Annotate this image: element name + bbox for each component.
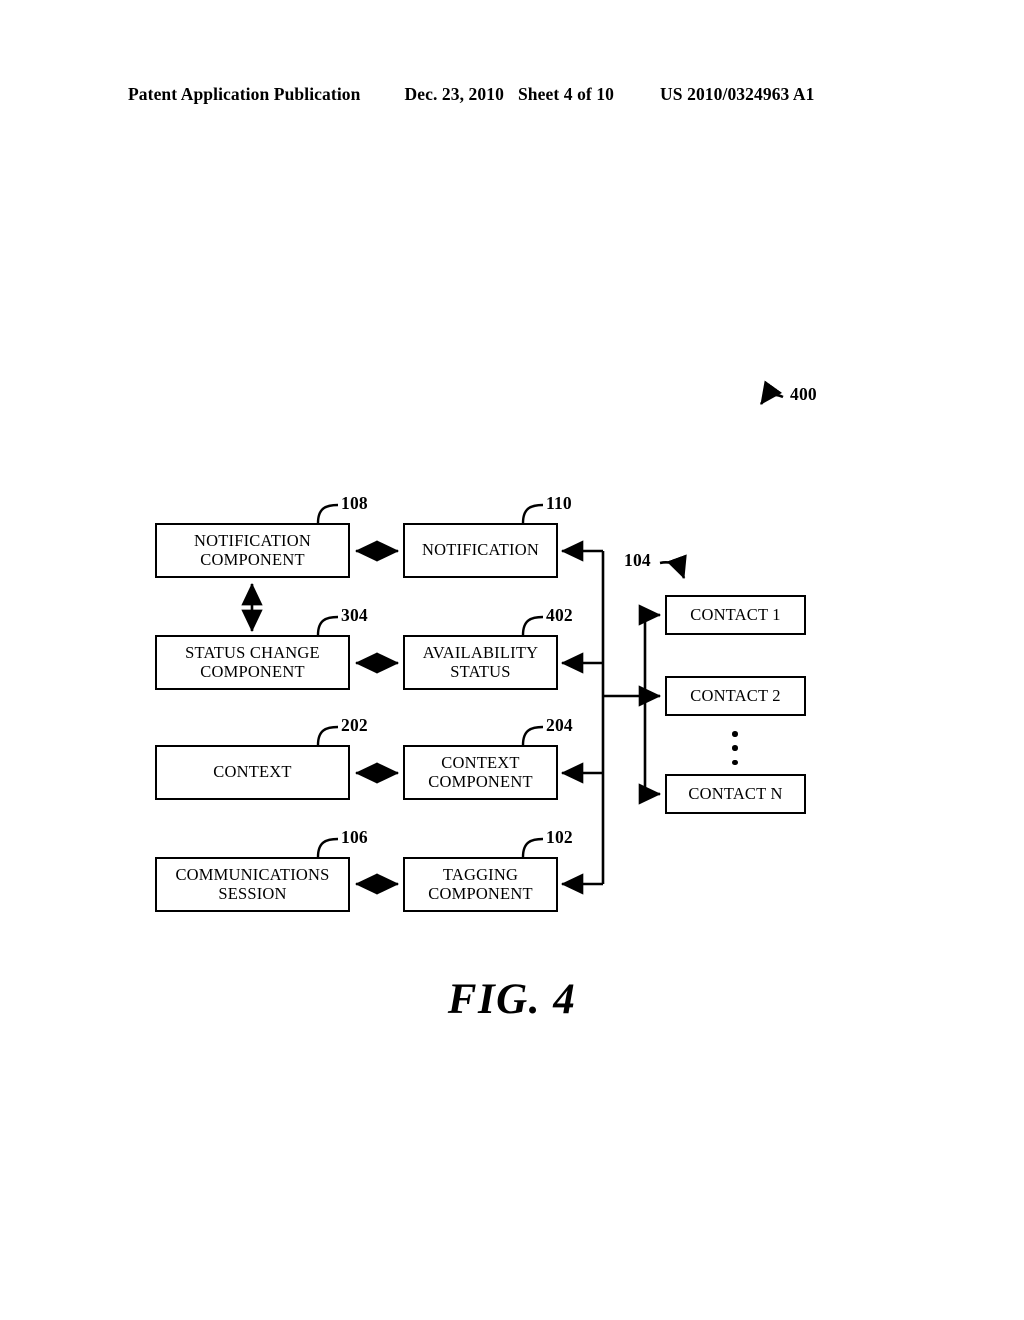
ref-number-104: 104 (624, 550, 651, 570)
node-contact-n[interactable]: CONTACT N (665, 774, 806, 814)
node-notification-component-label-line2: COMPONENT (200, 549, 305, 569)
leader-arrow-104 (659, 554, 687, 579)
node-status-change-component-label-line2: COMPONENT (200, 661, 305, 681)
node-notification-label-line1: NOTIFICATION (422, 540, 539, 560)
leader-arrow-400 (759, 380, 784, 405)
node-notification-component-label-line1: NOTIFICATION (194, 531, 311, 551)
node-availability-status-label-line1: AVAILABILITY (422, 643, 539, 663)
ellipsis-dot-2 (732, 745, 738, 751)
leader-line-402 (521, 615, 544, 636)
node-contact-1-label: CONTACT 1 (690, 604, 781, 624)
ellipsis-dot-3 (732, 759, 738, 765)
node-context-component-label-line1: CONTEXT (441, 753, 520, 773)
leader-line-102 (521, 837, 544, 858)
leader-line-304 (316, 615, 339, 636)
ref-number-304: 304 (341, 605, 368, 625)
ref-number-108: 108 (341, 493, 368, 513)
node-status-change-component-label-line1: STATUS CHANGE (185, 643, 320, 663)
figure-400-diagram: 108 110 304 402 202 204 106 102 400 104 … (0, 0, 1024, 1320)
ref-number-202: 202 (341, 715, 368, 735)
ellipsis-dot-1 (732, 731, 738, 737)
node-notification[interactable]: NOTIFICATION (403, 523, 558, 578)
ref-number-102: 102 (546, 827, 573, 847)
ref-number-400: 400 (790, 384, 817, 404)
node-notification-component[interactable]: NOTIFICATION COMPONENT (155, 523, 350, 578)
node-communications-session[interactable]: COMMUNICATIONS SESSION (155, 857, 350, 912)
node-context-component[interactable]: CONTEXT COMPONENT (403, 745, 558, 800)
ref-number-106: 106 (341, 827, 368, 847)
node-contact-2[interactable]: CONTACT 2 (665, 676, 806, 716)
node-contact-n-label: CONTACT N (688, 783, 783, 803)
node-contact-1[interactable]: CONTACT 1 (665, 595, 806, 635)
node-context-component-label-line2: COMPONENT (428, 771, 533, 791)
node-contact-2-label: CONTACT 2 (690, 685, 781, 705)
contacts-vertical-ellipsis-icon (729, 731, 741, 765)
node-communications-session-label-line1: COMMUNICATIONS (175, 865, 330, 885)
ref-number-110: 110 (546, 493, 572, 513)
leader-line-204 (521, 725, 544, 746)
leader-line-106 (316, 837, 339, 858)
leader-line-108 (316, 503, 339, 524)
leader-line-202 (316, 725, 339, 746)
node-tagging-component-label-line1: TAGGING (442, 865, 519, 885)
ref-number-204: 204 (546, 715, 573, 735)
node-status-change-component[interactable]: STATUS CHANGE COMPONENT (155, 635, 350, 690)
node-availability-status[interactable]: AVAILABILITY STATUS (403, 635, 558, 690)
node-tagging-component-label-line2: COMPONENT (428, 883, 533, 903)
node-tagging-component[interactable]: TAGGING COMPONENT (403, 857, 558, 912)
node-availability-status-label-line2: STATUS (450, 661, 511, 681)
ref-number-402: 402 (546, 605, 573, 625)
node-communications-session-label-line2: SESSION (218, 883, 287, 903)
leader-line-110 (521, 503, 544, 524)
node-context-label-line1: CONTEXT (213, 762, 292, 782)
node-context[interactable]: CONTEXT (155, 745, 350, 800)
figure-caption: FIG. 4 (447, 976, 577, 1023)
